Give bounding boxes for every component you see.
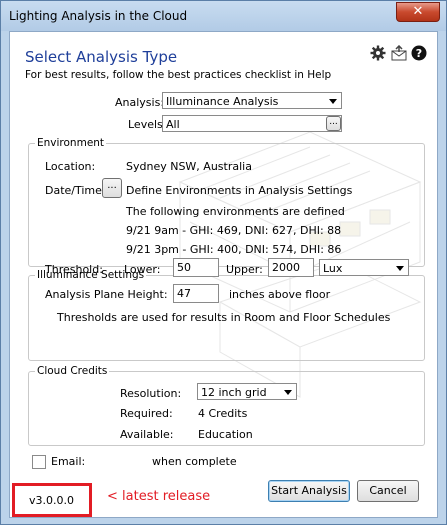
email-label: Email: — [51, 455, 86, 468]
window-title: Lighting Analysis in the Cloud — [9, 9, 188, 23]
chevron-down-icon — [396, 266, 404, 271]
page-title: Select Analysis Type — [25, 48, 178, 66]
required-value: 4 Credits — [198, 407, 248, 420]
svg-text:?: ? — [416, 47, 422, 60]
datetime-browse-button[interactable]: ... — [102, 178, 122, 198]
levels-label: Levels: — [128, 118, 167, 131]
title-bar[interactable]: Lighting Analysis in the Cloud ✕ — [1, 1, 446, 31]
version-label: v3.0.0.0 — [29, 494, 74, 507]
resolution-select[interactable]: 12 inch grid — [197, 383, 297, 400]
location-value: Sydney NSW, Australia — [126, 160, 252, 173]
close-button[interactable]: ✕ — [396, 2, 440, 22]
help-hint: For best results, follow the best practi… — [25, 69, 332, 81]
plane-height-input[interactable] — [173, 284, 219, 303]
analysis-label: Analysis: — [115, 96, 165, 109]
plane-height-label: Analysis Plane Height: — [45, 288, 168, 301]
levels-browse-button[interactable]: ... — [326, 116, 341, 131]
required-label: Required: — [120, 407, 173, 420]
upper-label: Upper: — [226, 263, 263, 276]
analysis-select-value: Illuminance Analysis — [166, 95, 279, 108]
datetime-label: Date/Time: — [45, 184, 106, 197]
mail-export-icon[interactable] — [391, 45, 407, 61]
environment-line: 9/21 9am - GHI: 469, DNI: 627, DHI: 88 — [126, 224, 342, 237]
available-label: Available: — [120, 428, 174, 441]
chevron-down-icon — [329, 99, 337, 104]
email-suffix: when complete — [152, 455, 237, 468]
unit-select[interactable]: Lux — [319, 259, 409, 276]
chevron-down-icon — [284, 390, 292, 395]
latest-release-annotation: < latest release — [107, 489, 211, 504]
lower-label: Lower: — [124, 263, 161, 276]
location-label: Location: — [45, 160, 96, 173]
environment-title: Environment — [35, 137, 107, 149]
plane-height-unit: inches above floor — [229, 288, 331, 301]
cancel-button[interactable]: Cancel — [357, 480, 419, 502]
start-analysis-button[interactable]: Start Analysis — [268, 480, 350, 502]
dialog-client: Select Analysis Type For best results, f… — [9, 31, 438, 518]
upper-threshold-input[interactable] — [268, 258, 314, 277]
threshold-note: Thresholds are used for results in Room … — [57, 311, 391, 324]
define-environments-text: Define Environments in Analysis Settings — [126, 184, 353, 197]
resolution-label: Resolution: — [120, 387, 182, 400]
available-value: Education — [198, 428, 253, 441]
help-icon[interactable]: ? — [411, 45, 427, 61]
defined-environments-text: The following environments are defined — [126, 205, 345, 218]
environment-line: 9/21 3pm - GHI: 400, DNI: 574, DHI: 86 — [126, 243, 342, 256]
resolution-select-value: 12 inch grid — [201, 386, 267, 399]
app-window: Lighting Analysis in the Cloud ✕ Select … — [0, 0, 447, 525]
version-box: v3.0.0.0 — [12, 483, 92, 517]
cloud-credits-title: Cloud Credits — [35, 365, 110, 377]
threshold-label: Threshold: — [45, 263, 103, 276]
lower-threshold-input[interactable] — [173, 258, 219, 277]
email-checkbox[interactable] — [32, 455, 46, 469]
levels-value: All — [166, 118, 180, 131]
gear-icon[interactable] — [370, 45, 386, 61]
unit-select-value: Lux — [323, 262, 343, 275]
analysis-select[interactable]: Illuminance Analysis — [162, 92, 342, 109]
levels-field[interactable]: All — [162, 115, 342, 132]
